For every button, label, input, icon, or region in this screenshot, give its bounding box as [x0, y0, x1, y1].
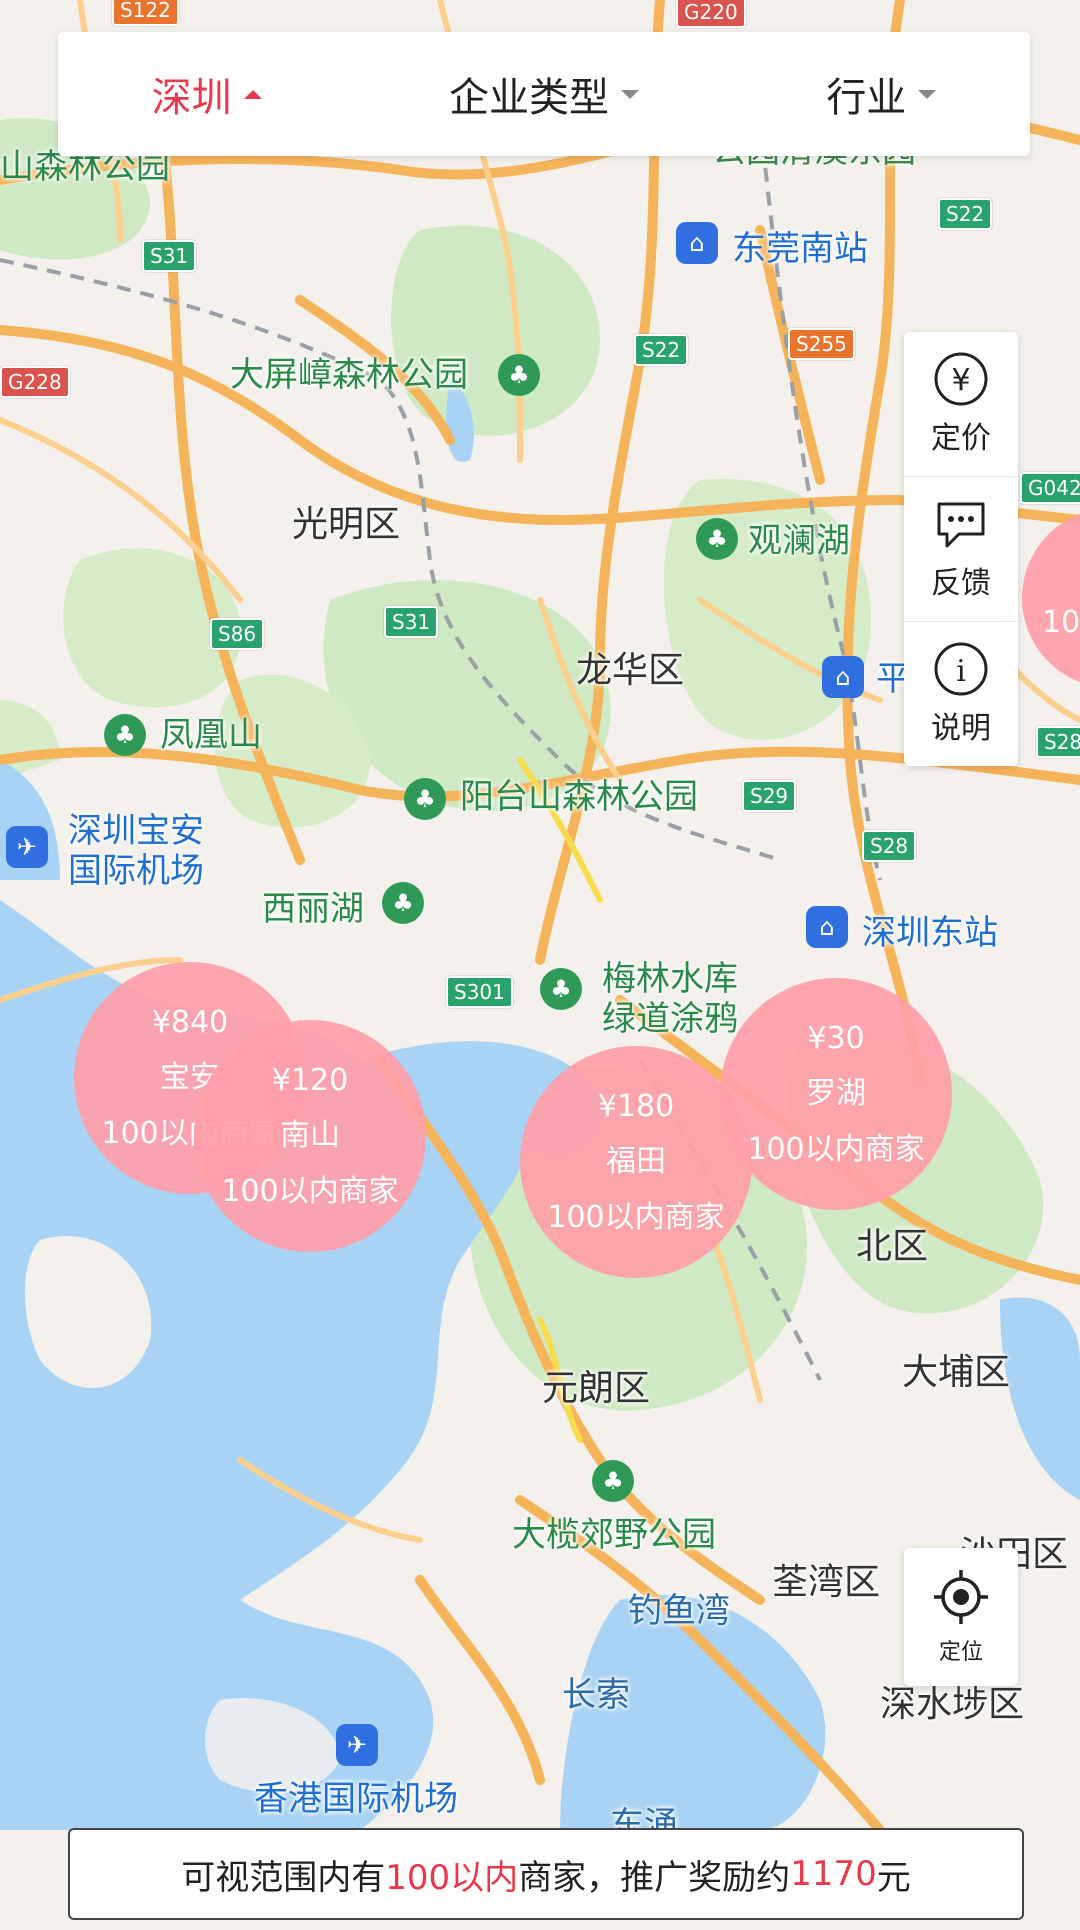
park-icon: ♣ [104, 714, 146, 756]
map-label-intl-airport: 国际机场 [68, 851, 204, 891]
map-label-shenzhen-baoan: 深圳宝安 [68, 811, 204, 851]
road-badge: S301 [446, 976, 513, 1008]
map-label-xilihu: 西丽湖 [262, 889, 364, 929]
road-badge: S255 [788, 328, 855, 360]
map-label-north: 北区 [856, 1226, 929, 1267]
map-screen: 光明区 龙华区 北区 元朗区 大埔区 荃湾区 沙田区 深水埗区 大屏嶂森林公园 … [0, 0, 1080, 1930]
summary-bar: 可视范围内有 100以内 商家，推广奖励约 1170 元 [68, 1828, 1024, 1920]
summary-reward-amount: 1170 [790, 1854, 877, 1894]
cluster-price: ¥180 [597, 1088, 675, 1124]
cluster-price: ¥840 [151, 1004, 229, 1040]
train-station-icon: ⌂ [676, 222, 718, 264]
cluster-count: 100以内商家 [547, 1199, 725, 1235]
train-station-icon: ⌂ [806, 906, 848, 948]
road-badge: S86 [210, 618, 265, 650]
road-badge: S122 [112, 0, 179, 26]
summary-suffix: 元 [876, 1857, 911, 1898]
filter-city[interactable]: 深圳 [152, 65, 262, 123]
map-label-hk-airport: 香港国际机场 [254, 1779, 458, 1819]
locate-label: 定位 [938, 1640, 983, 1665]
park-icon: ♣ [540, 968, 582, 1010]
filter-bar: 深圳 企业类型 行业 [58, 32, 1030, 156]
map-label-yuenlong: 元朗区 [542, 1368, 651, 1409]
map-label-shamshuipo: 深水埗区 [880, 1684, 1025, 1725]
feedback-button[interactable]: 反馈 [904, 476, 1018, 621]
road-badge: S29 [742, 780, 797, 812]
caret-up-icon [243, 89, 262, 99]
map-label-fenghuangshan: 凤凰山 [160, 715, 262, 755]
park-icon: ♣ [592, 1460, 634, 1502]
map-label-yangtaishan: 阳台山森林公园 [460, 777, 698, 817]
info-icon: i [933, 641, 989, 697]
tool-panel: ¥ 定价 反馈 i 说明 [904, 332, 1018, 766]
caret-down-icon [918, 89, 937, 99]
chat-bubble-icon [933, 496, 989, 552]
summary-middle: 商家，推广奖励约 [518, 1857, 791, 1898]
filter-industry-label: 行业 [826, 75, 907, 121]
park-icon: ♣ [404, 778, 446, 820]
map-label-tsuenwan: 荃湾区 [772, 1562, 881, 1603]
pricing-button[interactable]: ¥ 定价 [904, 332, 1018, 476]
map-label-dongguan-south: 东莞南站 [732, 229, 868, 269]
park-icon: ♣ [498, 354, 540, 396]
cluster-luohu[interactable]: ¥30 罗湖 100以内商家 [720, 978, 952, 1210]
cluster-name: 罗湖 [806, 1075, 866, 1111]
airport-icon: ✈ [6, 826, 48, 868]
summary-prefix: 可视范围内有 [181, 1857, 386, 1898]
info-label: 说明 [931, 711, 991, 746]
cluster-count: 10 [1042, 604, 1080, 640]
road-badge: S22 [938, 198, 993, 230]
road-badge: S31 [142, 240, 197, 272]
map-label-diaoyuwan: 钓鱼湾 [628, 1591, 730, 1631]
svg-text:i: i [956, 654, 966, 689]
map-label-meilin: 梅林水库 [602, 959, 738, 999]
caret-down-icon [620, 89, 639, 99]
road-badge: S28 [862, 830, 917, 862]
map-label-guanlanhu: 观澜湖 [748, 521, 850, 561]
yen-icon: ¥ [933, 351, 989, 407]
summary-merchant-count: 100以内 [385, 1857, 519, 1898]
filter-industry[interactable]: 行业 [826, 65, 937, 123]
cluster-nanshan[interactable]: ¥120 南山 100以内商家 [194, 1020, 426, 1252]
road-badge: G228 [0, 366, 70, 398]
map-label-longhua: 龙华区 [576, 650, 685, 691]
road-badge: S28 [1036, 726, 1080, 758]
cluster-futian[interactable]: ¥180 福田 100以内商家 [520, 1046, 752, 1278]
airport-icon: ✈ [336, 1724, 378, 1766]
svg-text:¥: ¥ [951, 363, 970, 398]
locate-button[interactable]: 定位 [904, 1548, 1018, 1686]
cluster-name: 南山 [280, 1117, 340, 1153]
park-icon: ♣ [696, 518, 738, 560]
road-badge: G042 [1020, 472, 1080, 504]
map-label-dalan: 大榄郊野公园 [512, 1515, 716, 1555]
train-station-icon: ⌂ [822, 656, 864, 698]
cluster-price: ¥120 [271, 1062, 349, 1098]
road-badge: S31 [384, 606, 439, 638]
cluster-count: 100以内商家 [747, 1131, 925, 1167]
map-label-changsuo: 长索 [562, 1675, 630, 1715]
map-label-lvdao: 绿道涂鸦 [602, 999, 738, 1039]
map-label-dapingzhang: 大屏嶂森林公园 [230, 355, 468, 395]
cluster-count: 100以内商家 [221, 1173, 399, 1209]
filter-company-type[interactable]: 企业类型 [449, 65, 639, 123]
road-badge: S22 [634, 334, 689, 366]
filter-city-label: 深圳 [151, 75, 232, 121]
map-label-taipo: 大埔区 [902, 1352, 1011, 1393]
pricing-label: 定价 [931, 421, 991, 456]
crosshair-icon [934, 1570, 988, 1624]
map-label-shenzhen-east: 深圳东站 [862, 913, 998, 953]
feedback-label: 反馈 [931, 566, 991, 601]
park-icon: ♣ [382, 882, 424, 924]
filter-company-type-label: 企业类型 [448, 75, 609, 121]
info-button[interactable]: i 说明 [904, 621, 1018, 766]
cluster-name: 福田 [606, 1143, 666, 1179]
cluster-price: ¥30 [807, 1020, 865, 1056]
road-badge: G220 [676, 0, 746, 28]
map-label-guangming: 光明区 [292, 504, 401, 545]
